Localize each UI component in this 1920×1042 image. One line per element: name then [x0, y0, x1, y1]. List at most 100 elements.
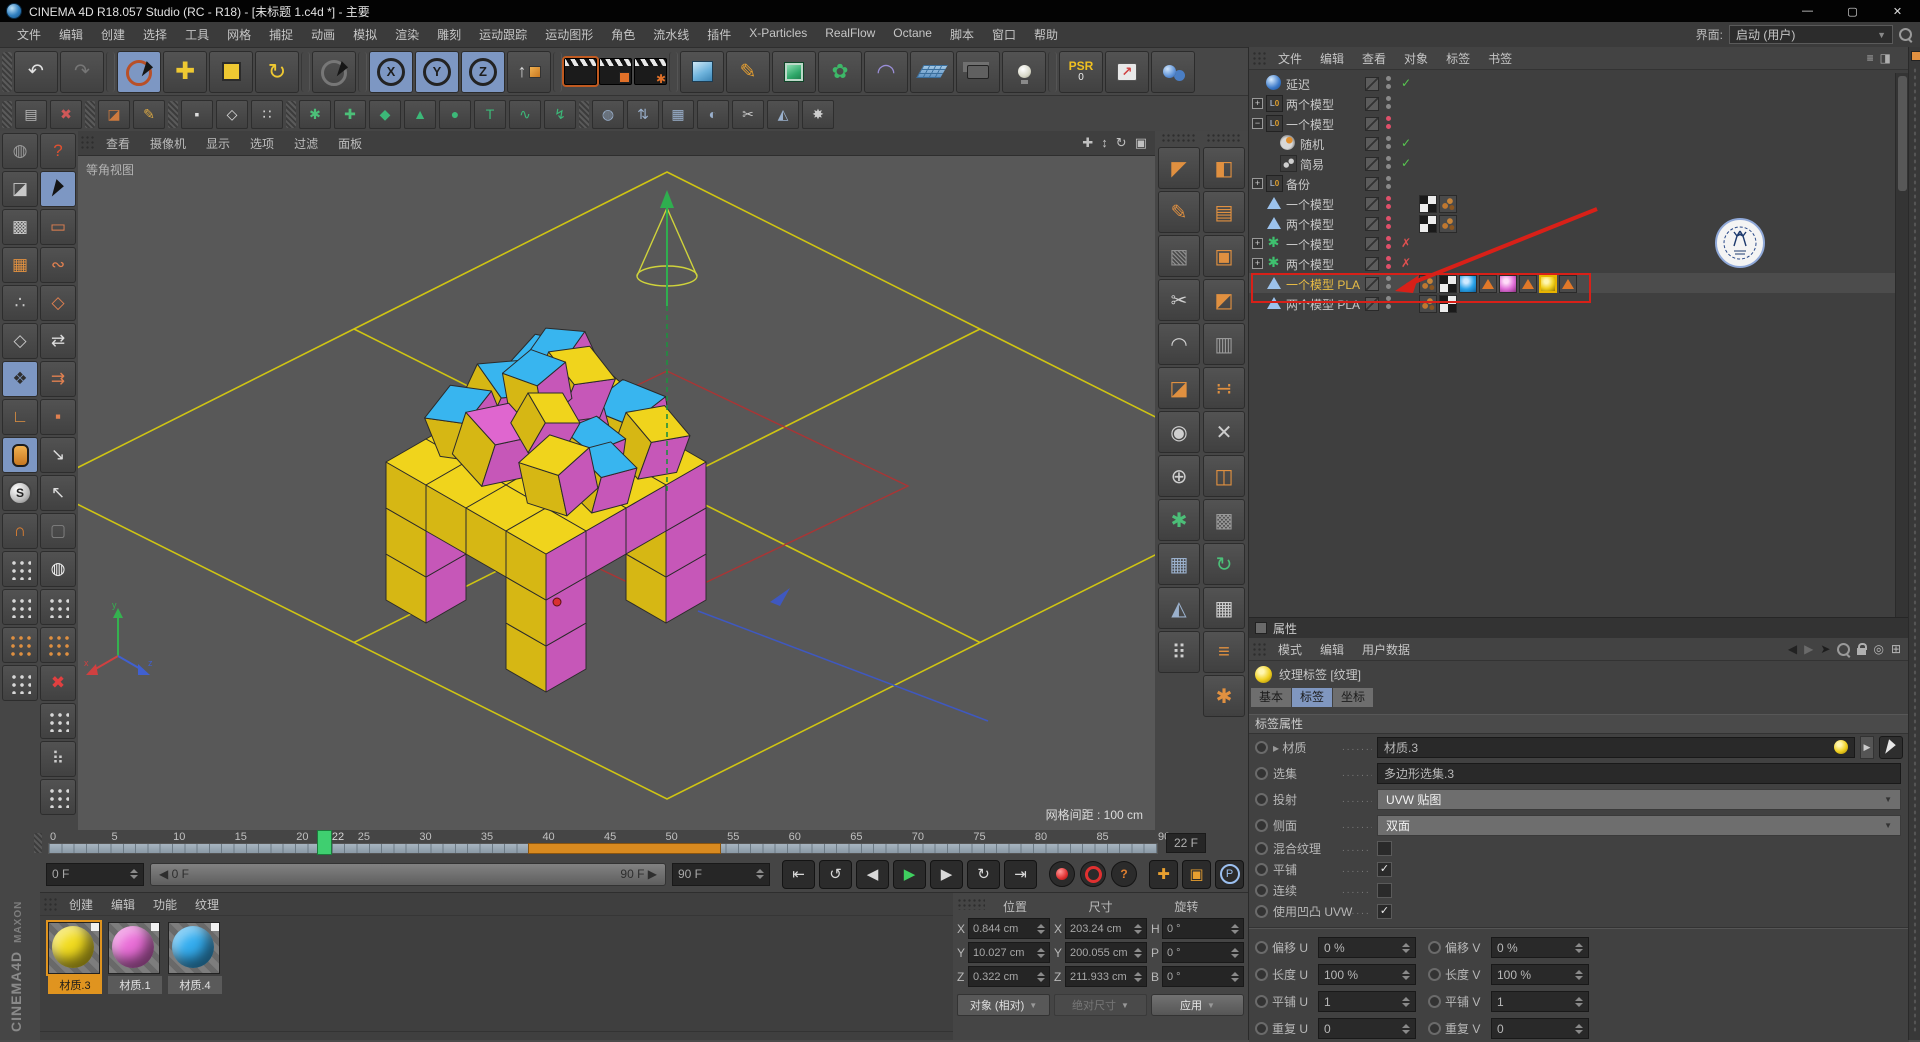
layer-toggle-icon[interactable] — [1365, 257, 1379, 271]
object-tag-icon[interactable] — [1439, 275, 1457, 293]
object-tag-icon[interactable] — [1439, 295, 1457, 313]
expand-icon[interactable]: − — [1252, 118, 1263, 129]
grid-arrow-icon[interactable]: ↖ — [40, 475, 76, 511]
layer-toggle-icon[interactable] — [1365, 77, 1379, 91]
object-row[interactable]: 简易 — [1249, 153, 1895, 173]
material-item[interactable]: 材质.3 — [48, 922, 102, 994]
object-name[interactable]: 备份 — [1286, 176, 1310, 193]
checkbox[interactable] — [1377, 904, 1392, 919]
object-name[interactable]: 一个模型 — [1286, 196, 1334, 213]
checkbox[interactable] — [1377, 862, 1392, 877]
object-name[interactable]: 两个模型 — [1286, 216, 1334, 233]
transfer-icon[interactable]: ⇄ — [40, 323, 76, 359]
menu-item[interactable]: 雕刻 — [428, 26, 470, 43]
keyframe-help-button[interactable]: ? — [1111, 861, 1137, 887]
frame-range-slider[interactable]: ◀ 0 F 90 F ▶ — [150, 863, 666, 886]
grid-icon[interactable]: ▦ — [1158, 543, 1200, 585]
uv-field[interactable]: 0 — [1318, 1018, 1416, 1039]
coordinate-field[interactable]: 10.027 cm — [968, 942, 1050, 963]
object-menu-item[interactable]: 标签 — [1437, 50, 1479, 67]
window-button[interactable]: — — [1785, 0, 1830, 22]
mograph-icon-3[interactable]: ◆ — [369, 100, 401, 129]
knife-icon[interactable]: ✂ — [1158, 279, 1200, 321]
stepper-icon[interactable] — [1231, 948, 1239, 958]
cube-stack-icon[interactable]: ◩ — [1203, 279, 1245, 321]
model-mode-icon[interactable]: ◪ — [2, 171, 38, 207]
visibility-dots[interactable] — [1386, 116, 1392, 130]
recycle-icon[interactable]: ↻ — [1203, 543, 1245, 585]
pen-icon[interactable]: ✎ — [1158, 191, 1200, 233]
mograph-icon-4[interactable]: ▲ — [404, 100, 436, 129]
object-menu-item[interactable]: 对象 — [1395, 50, 1437, 67]
pick-cube-icon[interactable]: ◤ — [1158, 147, 1200, 189]
object-tag-icon[interactable] — [1419, 215, 1437, 233]
visibility-dots[interactable] — [1386, 276, 1392, 290]
visibility-dots[interactable] — [1386, 216, 1392, 230]
ghost-icon[interactable]: ▥ — [1203, 323, 1245, 365]
separator[interactable] — [553, 52, 562, 92]
viewport-canvas[interactable]: 等角视图 网格间距 : 100 cm yxz — [78, 156, 1155, 831]
viewport-menu-item[interactable]: 面板 — [328, 135, 372, 152]
visibility-dots[interactable] — [1386, 136, 1392, 150]
visibility-dots[interactable] — [1386, 96, 1392, 110]
layer-toggle-icon[interactable] — [1365, 137, 1379, 151]
enable-check-icon[interactable] — [1401, 76, 1411, 90]
last-tool-button[interactable] — [312, 51, 356, 93]
object-tag-icon[interactable] — [1519, 275, 1537, 293]
next-frame-button[interactable]: ▶ — [930, 860, 963, 889]
object-row[interactable]: + 一个模型 — [1249, 233, 1895, 253]
points-mode-icon[interactable]: ∴ — [2, 285, 38, 321]
anim-dot-icon[interactable] — [1428, 1022, 1441, 1035]
visibility-dots[interactable] — [1386, 156, 1392, 170]
menu-item[interactable]: 帮助 — [1025, 26, 1067, 43]
boolean-icon[interactable]: ◫ — [1203, 455, 1245, 497]
anim-dot-icon[interactable] — [1255, 767, 1268, 780]
current-frame-marker[interactable] — [317, 830, 332, 855]
anim-dot-icon[interactable] — [1255, 793, 1268, 806]
prev-frame-button[interactable]: ◀ — [856, 860, 889, 889]
stepper-icon[interactable] — [1134, 972, 1142, 982]
object-menu-item[interactable]: 编辑 — [1311, 50, 1353, 67]
history-back-icon[interactable]: ◀ — [1788, 642, 1797, 656]
menu-item[interactable]: 窗口 — [983, 26, 1025, 43]
redo-button[interactable]: ↷ — [60, 51, 104, 93]
coordinate-footer-control[interactable]: 对象 (相对)▼ — [957, 994, 1050, 1016]
generators-button[interactable] — [772, 51, 816, 93]
palette-icon[interactable] — [40, 589, 76, 625]
xpresso-button[interactable]: ↗ — [1105, 51, 1149, 93]
object-row[interactable]: 一个模型 PLA — [1249, 273, 1895, 293]
material-menu-item[interactable]: 创建 — [60, 896, 102, 913]
palette-icon[interactable] — [2, 665, 38, 701]
expand-field-icon[interactable]: ▶ — [1860, 736, 1874, 759]
live-selection-icon[interactable] — [40, 171, 76, 207]
toolbar-grip[interactable] — [286, 101, 296, 128]
material-item[interactable]: 材质.1 — [108, 922, 162, 994]
list-icon[interactable]: ≡ — [1203, 631, 1245, 673]
rotate-button[interactable]: ↻ — [255, 51, 299, 93]
expand-icon[interactable]: + — [1252, 238, 1263, 249]
render-view-button[interactable] — [564, 58, 597, 85]
calculator-icon[interactable]: ▦ — [1203, 587, 1245, 629]
grip-handle[interactable] — [957, 898, 985, 910]
key-position-button[interactable]: ✚ — [1149, 860, 1178, 889]
separator[interactable] — [301, 52, 310, 92]
texture-mode-icon[interactable]: ▩ — [2, 209, 38, 245]
anim-dot-icon[interactable] — [1255, 741, 1268, 754]
prism-icon[interactable]: ◭ — [1158, 587, 1200, 629]
layer-toggle-icon[interactable] — [1365, 197, 1379, 211]
coordinate-field[interactable]: 0.322 cm — [968, 966, 1050, 987]
undo-button[interactable]: ↶ — [14, 51, 58, 93]
attribute-tab[interactable]: 坐标 — [1333, 688, 1373, 707]
layer-toggle-icon[interactable] — [1365, 97, 1379, 111]
tool-icon-2[interactable]: ◭ — [767, 100, 799, 129]
material-item[interactable]: 材质.4 — [168, 922, 222, 994]
modeling-icon-2[interactable]: ✖ — [50, 100, 82, 129]
arrow-grid-icon[interactable]: ↘ — [40, 437, 76, 473]
play-button[interactable]: ▶ — [893, 860, 926, 889]
dice-icon[interactable]: ⠷ — [40, 741, 76, 777]
coordinate-field[interactable]: 0 ° — [1162, 966, 1244, 987]
uv-field[interactable]: 100 % — [1491, 964, 1589, 985]
stepper-icon[interactable] — [1231, 924, 1239, 934]
checkbox[interactable] — [1377, 841, 1392, 856]
object-menu-item[interactable]: 书签 — [1479, 50, 1521, 67]
